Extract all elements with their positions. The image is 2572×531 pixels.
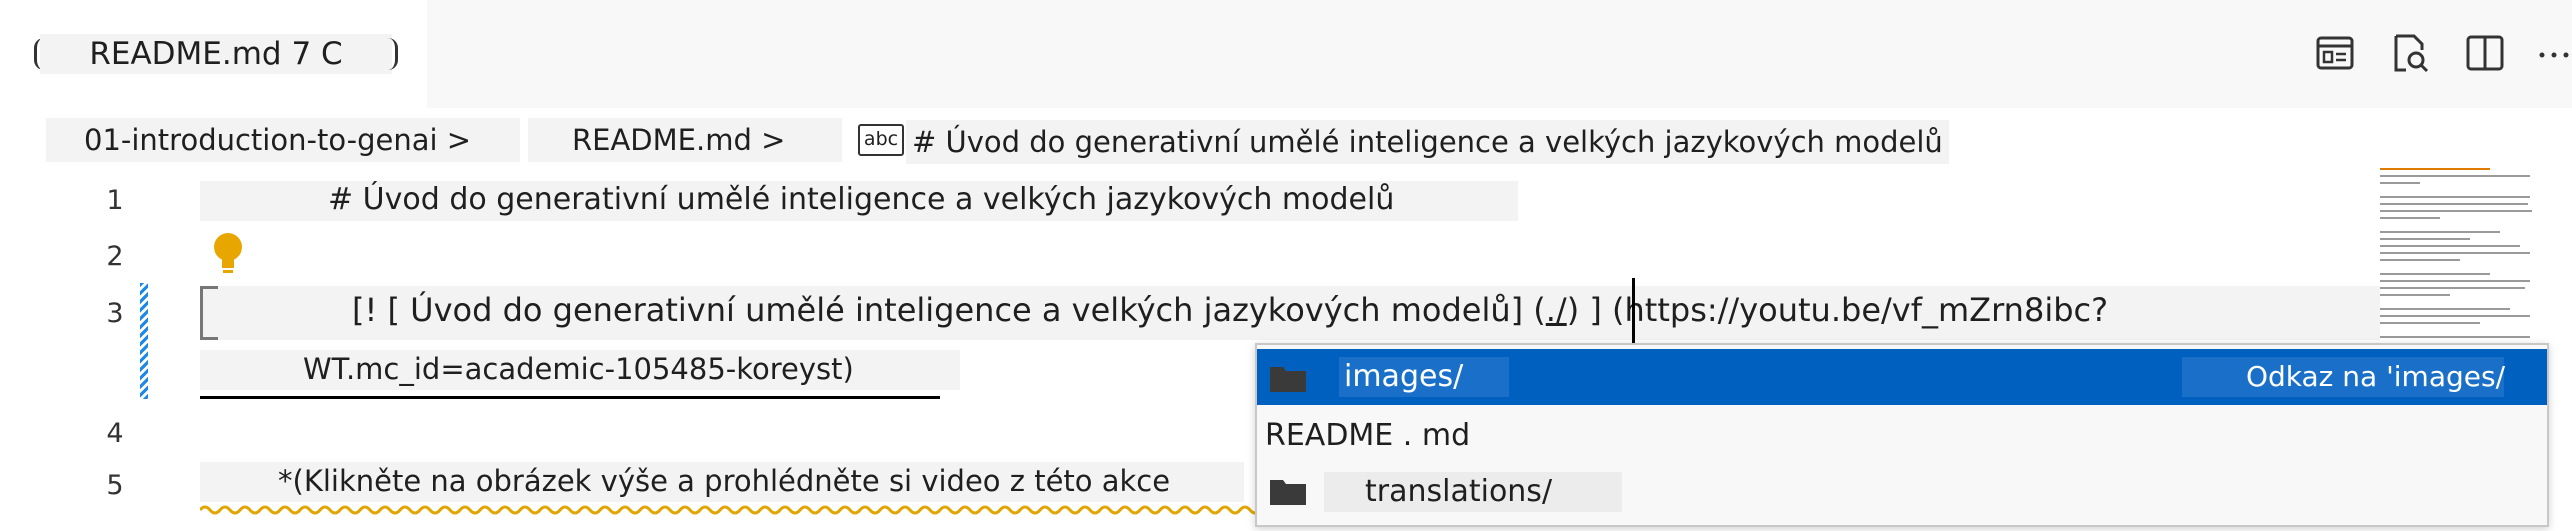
suggestion-item[interactable]: README . md xyxy=(1257,408,2547,464)
suggestion-item[interactable]: images/ Odkaz na 'images/ xyxy=(1257,349,2547,405)
link-target[interactable]: ./ xyxy=(1546,291,1567,329)
link-text: [! [ Úvod do generativní umělé inteligen… xyxy=(352,291,1546,329)
folder-icon xyxy=(1269,363,1307,393)
bracket-match xyxy=(200,286,218,340)
minimap-line xyxy=(2380,280,2530,282)
suggestion-detail: Odkaz na 'images/ xyxy=(2245,360,2505,393)
breadcrumb-folder[interactable]: 01-introduction-to-genai > xyxy=(46,118,520,162)
minimap-line xyxy=(2380,182,2420,184)
suggestion-label: README . md xyxy=(1265,418,1471,453)
minimap-line xyxy=(2380,308,2510,310)
text-cursor xyxy=(1632,278,1635,348)
suggest-widget: images/ Odkaz na 'images/ README . md tr… xyxy=(1255,343,2549,527)
line-number: 2 xyxy=(106,241,124,272)
minimap-line xyxy=(2380,294,2450,296)
breadcrumb-file[interactable]: README.md > xyxy=(528,118,842,162)
warning-squiggle xyxy=(200,505,1260,515)
minimap-line xyxy=(2380,336,2530,338)
editor-actions xyxy=(2300,28,2572,78)
minimap-line xyxy=(2380,322,2480,324)
line-number: 5 xyxy=(106,470,124,501)
suggestion-label: translations/ xyxy=(1365,474,1553,509)
more-actions-icon[interactable] xyxy=(2532,28,2572,78)
minimap-line xyxy=(2380,217,2440,219)
split-editor-icon[interactable] xyxy=(2460,28,2510,78)
folder-icon xyxy=(1269,476,1307,506)
minimap-line xyxy=(2380,210,2532,212)
symbol-string-icon: abc xyxy=(858,124,904,156)
link-line[interactable]: [! [ Úvod do generativní umělé inteligen… xyxy=(352,291,2108,329)
minimap-line xyxy=(2380,231,2500,233)
minimap-line xyxy=(2380,315,2530,317)
lightbulb-icon[interactable] xyxy=(210,230,246,276)
gutter-modified-indicator xyxy=(140,283,148,399)
minimap-line xyxy=(2380,252,2530,254)
minimap-line xyxy=(2380,168,2490,170)
minimap-line xyxy=(2380,203,2528,205)
italic-note-line[interactable]: *(Klikněte na obrázek výše a prohlédněte… xyxy=(278,464,1170,498)
minimap-line xyxy=(2380,196,2530,198)
minimap-line xyxy=(2380,273,2490,275)
preview-search-icon[interactable] xyxy=(2384,28,2434,78)
link-url[interactable]: ) ] (https://youtu.be/vf_mZrn8ibc? xyxy=(1567,291,2108,329)
editor-tab-bar: README.md 7 C xyxy=(0,0,2572,108)
line-number: 4 xyxy=(106,418,124,449)
line-number: 1 xyxy=(106,185,124,216)
tab-readme[interactable]: README.md 7 C xyxy=(0,0,427,108)
minimap-line xyxy=(2380,259,2460,261)
suggestion-item[interactable]: translations/ xyxy=(1257,464,2547,520)
open-preview-icon[interactable] xyxy=(2310,28,2360,78)
minimap-line xyxy=(2380,287,2525,289)
minimap-line xyxy=(2380,238,2470,240)
heading-line[interactable]: # Úvod do generativní umělé inteligence … xyxy=(328,182,1394,217)
tab-title[interactable]: README.md 7 C xyxy=(40,34,392,74)
link-url-wrap[interactable]: WT.mc_id=academic-105485-koreyst) xyxy=(303,352,854,386)
breadcrumb-heading[interactable]: # Úvod do generativní umělé inteligence … xyxy=(906,120,1949,164)
link-underline xyxy=(200,396,940,399)
minimap-line xyxy=(2380,245,2520,247)
minimap-line xyxy=(2380,175,2530,177)
suggestion-label: images/ xyxy=(1344,359,1464,394)
tab-decoration xyxy=(387,38,398,70)
